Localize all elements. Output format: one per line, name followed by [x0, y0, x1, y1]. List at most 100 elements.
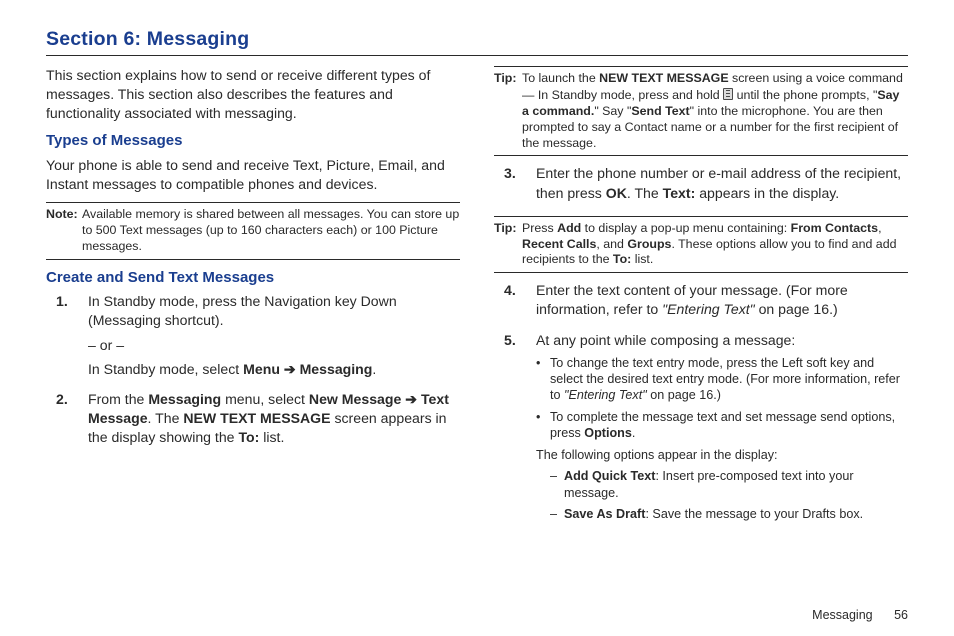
- step-number: 5.: [504, 331, 536, 527]
- bullet-body: To change the text entry mode, press the…: [550, 355, 908, 403]
- arrow-icon: ➔: [280, 361, 300, 377]
- text-bold: New Message: [309, 391, 401, 407]
- text-bold: NEW TEXT MESSAGE: [183, 410, 330, 426]
- tip-block-2: Tip: Press Add to display a pop-up menu …: [494, 216, 908, 274]
- text: In Standby mode, select: [88, 361, 243, 377]
- dash-body: Save As Draft: Save the message to your …: [564, 506, 908, 522]
- text: ,: [878, 221, 881, 235]
- step-number: 2.: [56, 390, 88, 452]
- heading-types-of-messages: Types of Messages: [46, 131, 460, 151]
- intro-paragraph: This section explains how to send or rec…: [46, 66, 460, 123]
- bullet-item: • To complete the message text and set m…: [536, 409, 908, 441]
- text-bold: To:: [613, 252, 631, 266]
- bullet-body: To complete the message text and set mes…: [550, 409, 908, 441]
- step-5: 5. At any point while composing a messag…: [504, 331, 908, 527]
- text-bold: Add: [557, 221, 581, 235]
- arrow-icon: ➔: [401, 391, 421, 407]
- rule: [46, 259, 460, 260]
- text: list.: [631, 252, 653, 266]
- step-1: 1. In Standby mode, press the Navigation…: [56, 292, 460, 384]
- page-number: 56: [894, 608, 908, 622]
- text: appears in the display.: [695, 185, 839, 201]
- step-2-text: From the Messaging menu, select New Mess…: [88, 390, 460, 447]
- note-block: Note: Available memory is shared between…: [46, 202, 460, 260]
- step-3: 3. Enter the phone number or e-mail addr…: [504, 164, 908, 207]
- step-body: At any point while composing a message: …: [536, 331, 908, 527]
- text: .: [632, 426, 636, 440]
- column-left: This section explains how to send or rec…: [46, 66, 460, 533]
- note-text: Available memory is shared between all m…: [82, 207, 460, 255]
- reference-italic: "Entering Text": [564, 388, 647, 402]
- text: : Save the message to your Drafts box.: [645, 507, 863, 521]
- note-label: Note:: [46, 207, 82, 255]
- step-1-or: – or –: [88, 336, 460, 355]
- footer-section-label: Messaging: [812, 608, 872, 622]
- rule: [494, 155, 908, 156]
- two-column-layout: This section explains how to send or rec…: [46, 66, 908, 533]
- text: To launch the: [522, 71, 599, 85]
- text-bold: Groups: [627, 237, 671, 251]
- types-body: Your phone is able to send and receive T…: [46, 156, 460, 194]
- text-bold: Messaging: [148, 391, 221, 407]
- text-bold: From Contacts: [791, 221, 878, 235]
- text: From the: [88, 391, 148, 407]
- step-5-text: At any point while composing a message:: [536, 331, 908, 350]
- tip-block-1: Tip: To launch the NEW TEXT MESSAGE scre…: [494, 66, 908, 156]
- text: to display a pop-up menu containing:: [581, 221, 790, 235]
- text: on page 16.): [647, 388, 721, 402]
- text-bold: To:: [238, 429, 259, 445]
- bullet-item: • To change the text entry mode, press t…: [536, 355, 908, 403]
- step-body: From the Messaging menu, select New Mess…: [88, 390, 460, 452]
- text: list.: [259, 429, 284, 445]
- column-right: Tip: To launch the NEW TEXT MESSAGE scre…: [494, 66, 908, 533]
- text: " Say ": [594, 104, 631, 118]
- title-rule: [46, 55, 908, 56]
- text: until the phone prompts, ": [733, 88, 877, 102]
- dash-mark: –: [550, 506, 564, 522]
- text: , and: [596, 237, 627, 251]
- step-4-text: Enter the text content of your message. …: [536, 281, 908, 319]
- text-bold: Recent Calls: [522, 237, 596, 251]
- text: on page 16.): [755, 301, 838, 317]
- text-bold: Text:: [663, 185, 696, 201]
- option-label: Add Quick Text: [564, 469, 655, 483]
- step-number: 4.: [504, 281, 536, 324]
- tip-label: Tip:: [494, 71, 522, 151]
- tip-label: Tip:: [494, 221, 522, 269]
- step-body: Enter the phone number or e-mail address…: [536, 164, 908, 207]
- step-1-line-2: In Standby mode, select Menu ➔ Messaging…: [88, 360, 460, 379]
- bullet-mark: •: [536, 409, 550, 441]
- tip-text: Press Add to display a pop-up menu conta…: [522, 221, 908, 269]
- step-body: In Standby mode, press the Navigation ke…: [88, 292, 460, 384]
- tip-text: To launch the NEW TEXT MESSAGE screen us…: [522, 71, 908, 151]
- option-label: Save As Draft: [564, 507, 645, 521]
- microphone-icon: [723, 88, 733, 100]
- dash-item: – Save As Draft: Save the message to you…: [550, 506, 908, 522]
- step-3-text: Enter the phone number or e-mail address…: [536, 164, 908, 202]
- heading-create-send: Create and Send Text Messages: [46, 268, 460, 288]
- step-number: 1.: [56, 292, 88, 384]
- bullet-mark: •: [536, 355, 550, 403]
- menu-label: Menu: [243, 361, 280, 377]
- step-2: 2. From the Messaging menu, select New M…: [56, 390, 460, 452]
- step-4: 4. Enter the text content of your messag…: [504, 281, 908, 324]
- dash-item: – Add Quick Text: Insert pre-composed te…: [550, 468, 908, 500]
- messaging-label: Messaging: [300, 361, 373, 377]
- options-intro: The following options appear in the disp…: [536, 447, 908, 463]
- page-footer: Messaging 56: [812, 608, 908, 622]
- step-body: Enter the text content of your message. …: [536, 281, 908, 324]
- text: menu, select: [221, 391, 309, 407]
- text-bold: NEW TEXT MESSAGE: [599, 71, 728, 85]
- step-number: 3.: [504, 164, 536, 207]
- text: . The: [148, 410, 184, 426]
- manual-page: Section 6: Messaging This section explai…: [0, 0, 954, 636]
- text: Press: [522, 221, 557, 235]
- text-bold: Options: [584, 426, 632, 440]
- bullet-list: • To change the text entry mode, press t…: [536, 355, 908, 442]
- text: . The: [627, 185, 663, 201]
- dash-mark: –: [550, 468, 564, 500]
- reference-italic: "Entering Text": [662, 301, 755, 317]
- step-1-line-1: In Standby mode, press the Navigation ke…: [88, 292, 460, 330]
- section-title: Section 6: Messaging: [46, 28, 908, 51]
- dash-body: Add Quick Text: Insert pre-composed text…: [564, 468, 908, 500]
